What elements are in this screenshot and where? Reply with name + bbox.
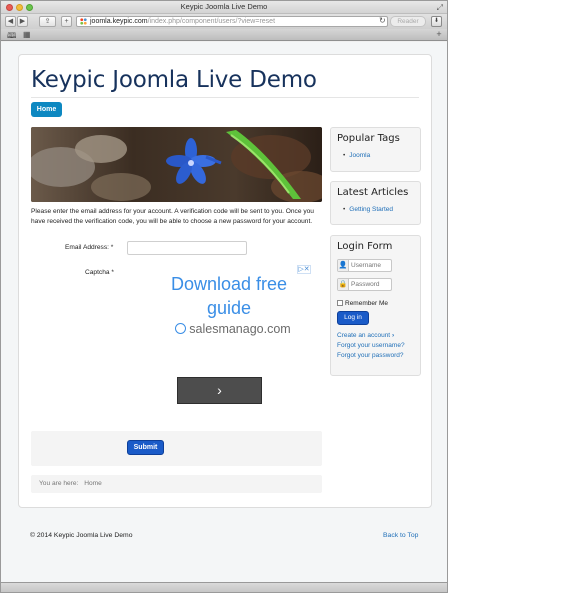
plus-icon: + <box>64 18 69 25</box>
reload-icon[interactable]: ↻ <box>379 16 386 25</box>
breadcrumb-prefix: You are here: <box>39 480 79 487</box>
chevron-right-icon: › <box>217 382 222 398</box>
fullscreen-icon[interactable]: ⤢ <box>437 3 443 13</box>
captcha-ad[interactable]: ▷✕ Download free guide salesmanago.com <box>147 265 311 345</box>
footer-copyright: © 2014 Keypic Joomla Live Demo <box>30 532 133 539</box>
new-tab-button[interactable]: + <box>61 16 72 27</box>
ad-domain: salesmanago.com <box>189 322 291 336</box>
download-icon: ⬇ <box>433 18 440 24</box>
page-viewport: Keypic Joomla Live Demo Home Please ente… <box>1 42 447 582</box>
breadcrumb-current: Home <box>84 480 102 487</box>
login-module: Login Form 👤 🔒 Remember Me Log in Create… <box>330 235 421 376</box>
login-title: Login Form <box>337 241 393 252</box>
latest-articles-list: Getting Started <box>343 206 393 213</box>
user-icon: 👤 <box>338 260 349 271</box>
url-host: joomla.keypic.com <box>90 18 148 25</box>
back-to-top-link[interactable]: Back to Top <box>383 532 418 539</box>
site-title[interactable]: Keypic Joomla Live Demo <box>31 67 317 93</box>
address-bar[interactable]: joomla.keypic.com/index.php/component/us… <box>76 16 388 27</box>
forward-arrow-icon: ▶ <box>19 18 26 25</box>
ad-headline[interactable]: Download free guide <box>147 272 311 320</box>
title-bar: Keypic Joomla Live Demo ⤢ <box>1 1 447 14</box>
form-actions: Submit <box>31 431 322 466</box>
forgot-username-link[interactable]: Forgot your username? <box>337 342 405 349</box>
email-label: Email Address: * <box>65 244 114 251</box>
latest-articles-title: Latest Articles <box>337 187 409 198</box>
back-button[interactable]: ◀ <box>5 16 16 27</box>
bookmarks-bar: 🕮 ▦ + <box>1 29 447 41</box>
header-divider <box>31 97 419 98</box>
browser-toolbar: ◀ ▶ ⇪ + joomla.keypic.com/index.php/comp… <box>1 14 447 29</box>
breadcrumb: You are here: Home <box>31 475 322 493</box>
globe-icon <box>175 323 187 334</box>
window-title: Keypic Joomla Live Demo <box>180 2 268 11</box>
back-arrow-icon: ◀ <box>7 18 14 25</box>
forgot-password-link[interactable]: Forgot your password? <box>337 352 403 359</box>
popular-tags-module: Popular Tags Joomla <box>330 127 421 172</box>
popular-tags-list: Joomla <box>343 152 370 159</box>
article-link[interactable]: Getting Started <box>343 206 393 213</box>
top-sites-grid-icon[interactable]: ▦ <box>23 30 31 39</box>
browser-window: Keypic Joomla Live Demo ⤢ ◀ ▶ ⇪ + joomla… <box>0 0 448 593</box>
nav-home[interactable]: Home <box>31 102 62 117</box>
status-bar <box>1 582 447 592</box>
joomla-favicon-icon <box>80 18 87 25</box>
captcha-label: Captcha * <box>85 269 114 276</box>
reader-button[interactable]: Reader <box>390 16 426 27</box>
password-field-group: 🔒 <box>337 278 392 291</box>
remember-me-label[interactable]: Remember Me <box>345 300 388 307</box>
remember-me-row: Remember Me <box>337 300 388 307</box>
header-image <box>31 127 322 202</box>
ad-domain-row[interactable]: salesmanago.com <box>155 322 311 336</box>
username-input[interactable] <box>351 260 391 271</box>
page-container: Keypic Joomla Live Demo Home Please ente… <box>18 54 432 508</box>
email-field[interactable] <box>127 241 247 255</box>
url-path: /index.php/component/users/?view=reset <box>147 18 276 25</box>
downloads-button[interactable]: ⬇ <box>431 16 442 27</box>
blue-flower-photo <box>31 127 322 202</box>
lock-icon: 🔒 <box>338 279 349 290</box>
tag-link[interactable]: Joomla <box>343 152 370 159</box>
new-tab-plus-icon[interactable]: + <box>434 30 444 40</box>
popular-tags-title: Popular Tags <box>337 133 400 144</box>
create-account-link[interactable]: Create an account › <box>337 332 394 339</box>
password-input[interactable] <box>351 279 391 290</box>
ad-next-button[interactable]: › <box>177 377 262 404</box>
forward-button[interactable]: ▶ <box>17 16 28 27</box>
submit-button[interactable]: Submit <box>127 440 164 455</box>
chevron-right-icon: › <box>391 332 395 339</box>
username-field-group: 👤 <box>337 259 392 272</box>
remember-me-checkbox[interactable] <box>337 300 343 306</box>
latest-articles-module: Latest Articles Getting Started <box>330 181 421 225</box>
share-icon: ⇪ <box>44 18 51 25</box>
share-button[interactable]: ⇪ <box>39 16 56 27</box>
reset-instructions: Please enter the email address for your … <box>31 208 314 225</box>
login-button[interactable]: Log in <box>337 311 369 325</box>
